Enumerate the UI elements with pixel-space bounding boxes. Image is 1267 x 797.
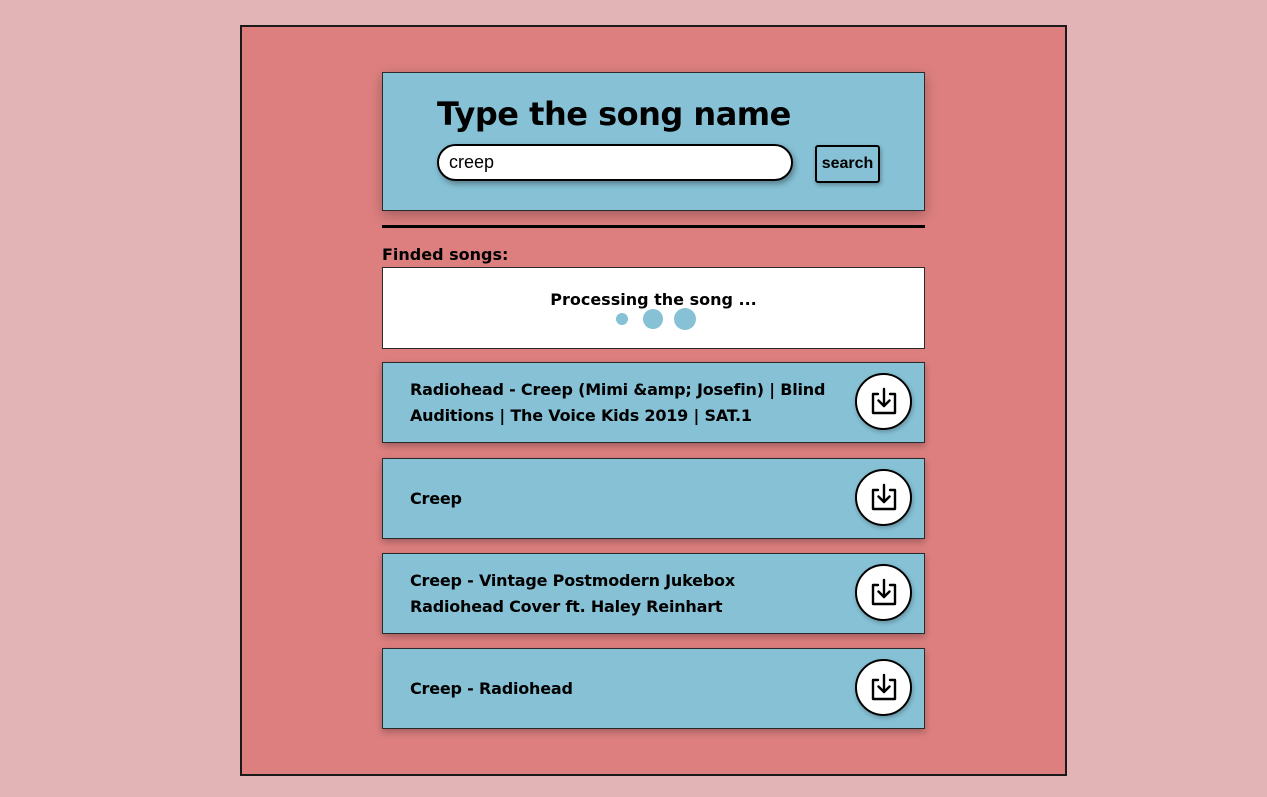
- loading-dot: [674, 308, 696, 330]
- download-button[interactable]: [855, 469, 912, 526]
- song-title: Radiohead - Creep (Mimi &amp; Josefin) |…: [410, 379, 826, 425]
- search-title: Type the song name: [437, 95, 791, 133]
- divider: [382, 225, 925, 228]
- song-result: Creep - Vintage Postmodern Jukebox Radio…: [382, 553, 925, 634]
- download-button[interactable]: [855, 659, 912, 716]
- search-panel: Type the song name search: [382, 72, 925, 211]
- download-button[interactable]: [855, 564, 912, 621]
- download-button[interactable]: [855, 373, 912, 430]
- song-title: Creep: [410, 488, 462, 508]
- song-result: Creep - Radiohead: [382, 648, 925, 729]
- loading-dot: [643, 309, 663, 329]
- song-result: Radiohead - Creep (Mimi &amp; Josefin) |…: [382, 362, 925, 443]
- results-label: Finded songs:: [382, 245, 509, 264]
- processing-text: Processing the song ...: [550, 290, 757, 309]
- search-input[interactable]: [437, 144, 793, 181]
- song-title: Creep - Vintage Postmodern Jukebox Radio…: [410, 570, 735, 616]
- song-title: Creep - Radiohead: [410, 678, 573, 698]
- song-result: Creep: [382, 458, 925, 539]
- search-button[interactable]: search: [815, 145, 880, 183]
- loading-dot: [616, 313, 628, 325]
- processing-indicator: Processing the song ...: [382, 267, 925, 349]
- download-icon: [871, 673, 896, 700]
- download-icon: [871, 578, 896, 605]
- app-frame: Type the song name search Finded songs: …: [240, 25, 1067, 776]
- download-icon: [871, 483, 896, 510]
- download-icon: [871, 387, 896, 414]
